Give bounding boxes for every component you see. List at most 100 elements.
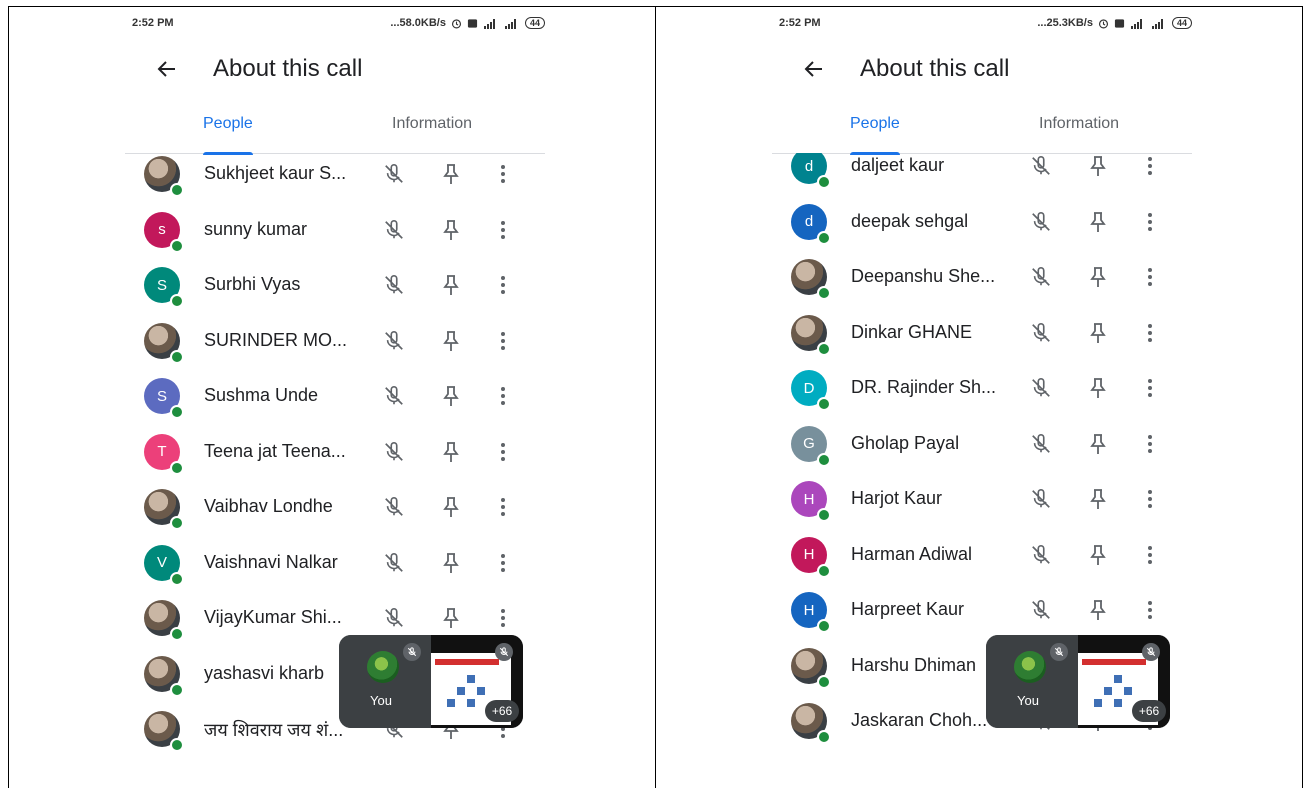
pin-icon[interactable] xyxy=(1088,599,1108,621)
alarm-icon xyxy=(1098,18,1109,28)
network-speed: ...25.3KB/s xyxy=(1037,17,1093,29)
participant-row[interactable]: SURINDER MO... xyxy=(125,315,545,367)
more-options-icon[interactable] xyxy=(1146,322,1154,344)
muted-mic-icon[interactable] xyxy=(383,552,405,574)
more-options-icon[interactable] xyxy=(499,385,507,407)
online-status-dot xyxy=(817,508,831,522)
muted-mic-icon[interactable] xyxy=(1030,599,1052,621)
online-status-dot xyxy=(170,460,184,475)
more-options-icon[interactable] xyxy=(1146,377,1154,399)
pin-icon[interactable] xyxy=(1088,155,1108,177)
pin-icon[interactable] xyxy=(1088,488,1108,510)
muted-mic-icon[interactable] xyxy=(1030,433,1052,455)
online-status-dot xyxy=(170,571,184,586)
online-status-dot xyxy=(817,230,831,245)
pin-icon[interactable] xyxy=(441,552,461,574)
participant-row[interactable]: S Surbhi Vyas xyxy=(125,259,545,311)
participant-row[interactable]: d daljeet kaur xyxy=(772,153,1192,192)
more-options-icon[interactable] xyxy=(499,496,507,518)
participant-name: Jaskaran Choh... xyxy=(851,710,988,730)
muted-mic-icon[interactable] xyxy=(383,163,405,185)
more-options-icon[interactable] xyxy=(1146,488,1154,510)
more-options-icon[interactable] xyxy=(1146,266,1154,288)
back-arrow-icon[interactable] xyxy=(155,57,179,81)
pin-icon[interactable] xyxy=(441,607,461,629)
participant-row[interactable]: D DR. Rajinder Sh... xyxy=(772,362,1192,414)
more-options-icon[interactable] xyxy=(499,607,507,629)
muted-mic-icon[interactable] xyxy=(383,274,405,296)
muted-mic-icon[interactable] xyxy=(1030,377,1052,399)
participant-name: Surbhi Vyas xyxy=(204,274,301,294)
muted-mic-icon[interactable] xyxy=(1030,155,1052,177)
muted-mic-icon[interactable] xyxy=(383,441,405,463)
more-options-icon[interactable] xyxy=(499,219,507,241)
pin-icon[interactable] xyxy=(1088,544,1108,566)
online-status-dot xyxy=(817,452,831,467)
muted-mic-icon[interactable] xyxy=(383,496,405,518)
more-options-icon[interactable] xyxy=(499,163,507,185)
pin-icon[interactable] xyxy=(441,219,461,241)
participant-row[interactable]: G Gholap Payal xyxy=(772,418,1192,470)
pin-icon[interactable] xyxy=(441,385,461,407)
participant-row[interactable]: s sunny kumar xyxy=(125,204,545,256)
muted-mic-icon[interactable] xyxy=(1030,211,1052,233)
more-options-icon[interactable] xyxy=(499,274,507,296)
more-options-icon[interactable] xyxy=(1146,433,1154,455)
pin-icon[interactable] xyxy=(441,441,461,463)
participant-row[interactable]: S Sushma Unde xyxy=(125,370,545,422)
participant-row[interactable]: d deepak sehgal xyxy=(772,196,1192,248)
muted-mic-icon[interactable] xyxy=(383,330,405,352)
participant-row[interactable]: T Teena jat Teena... xyxy=(125,426,545,478)
participant-name: Sushma Unde xyxy=(204,385,319,405)
participant-row[interactable]: Sukhjeet kaur S... xyxy=(125,153,545,200)
network-speed: ...58.0KB/s xyxy=(390,17,446,29)
pin-icon[interactable] xyxy=(441,330,461,352)
pin-icon[interactable] xyxy=(1088,377,1108,399)
muted-mic-icon[interactable] xyxy=(383,607,405,629)
participant-row[interactable]: V Vaishnavi Nalkar xyxy=(125,537,545,589)
more-options-icon[interactable] xyxy=(499,552,507,574)
online-status-dot xyxy=(817,674,831,689)
more-options-icon[interactable] xyxy=(1146,599,1154,621)
participant-row[interactable]: H Harjot Kaur xyxy=(772,473,1192,525)
participant-row[interactable]: Dinkar GHANE xyxy=(772,307,1192,359)
more-options-icon[interactable] xyxy=(1146,544,1154,566)
pin-icon[interactable] xyxy=(1088,322,1108,344)
participant-row[interactable]: H Harman Adiwal xyxy=(772,529,1192,581)
picture-in-picture-preview[interactable]: You ansha +66 xyxy=(986,635,1170,728)
muted-mic-icon[interactable] xyxy=(1030,322,1052,344)
more-options-icon[interactable] xyxy=(1146,211,1154,233)
more-options-icon[interactable] xyxy=(499,441,507,463)
muted-mic-icon[interactable] xyxy=(1030,544,1052,566)
muted-mic-icon[interactable] xyxy=(383,219,405,241)
participant-row[interactable]: Deepanshu She... xyxy=(772,251,1192,303)
status-bar: 2:52 PM ...58.0KB/s 44 xyxy=(125,15,545,33)
pin-icon[interactable] xyxy=(1088,211,1108,233)
participant-row[interactable]: H Harpreet Kaur xyxy=(772,584,1192,636)
more-options-icon[interactable] xyxy=(499,330,507,352)
pin-icon[interactable] xyxy=(441,163,461,185)
participant-name: Sukhjeet kaur S... xyxy=(204,163,347,183)
online-status-dot xyxy=(817,175,831,189)
pin-icon[interactable] xyxy=(441,496,461,518)
tab-people[interactable]: People xyxy=(850,115,900,133)
back-arrow-icon[interactable] xyxy=(802,57,826,81)
participant-name: Deepanshu She... xyxy=(851,266,996,286)
tab-people[interactable]: People xyxy=(203,115,253,133)
pin-icon[interactable] xyxy=(441,274,461,296)
muted-mic-icon[interactable] xyxy=(383,385,405,407)
participant-name: Vaishnavi Nalkar xyxy=(204,551,338,572)
tab-information[interactable]: Information xyxy=(392,115,472,133)
muted-mic-icon[interactable] xyxy=(1030,266,1052,288)
online-status-dot xyxy=(170,682,184,697)
muted-mic-icon[interactable] xyxy=(1030,488,1052,510)
participant-name: deepak sehgal xyxy=(851,210,969,231)
tab-information[interactable]: Information xyxy=(1039,115,1119,133)
participant-row[interactable]: Vaibhav Londhe xyxy=(125,481,545,533)
more-options-icon[interactable] xyxy=(1146,155,1154,177)
online-status-dot xyxy=(170,405,184,419)
pin-icon[interactable] xyxy=(1088,433,1108,455)
message-icon xyxy=(1114,18,1125,28)
picture-in-picture-preview[interactable]: You ansha +66 xyxy=(339,635,523,728)
pin-icon[interactable] xyxy=(1088,266,1108,288)
